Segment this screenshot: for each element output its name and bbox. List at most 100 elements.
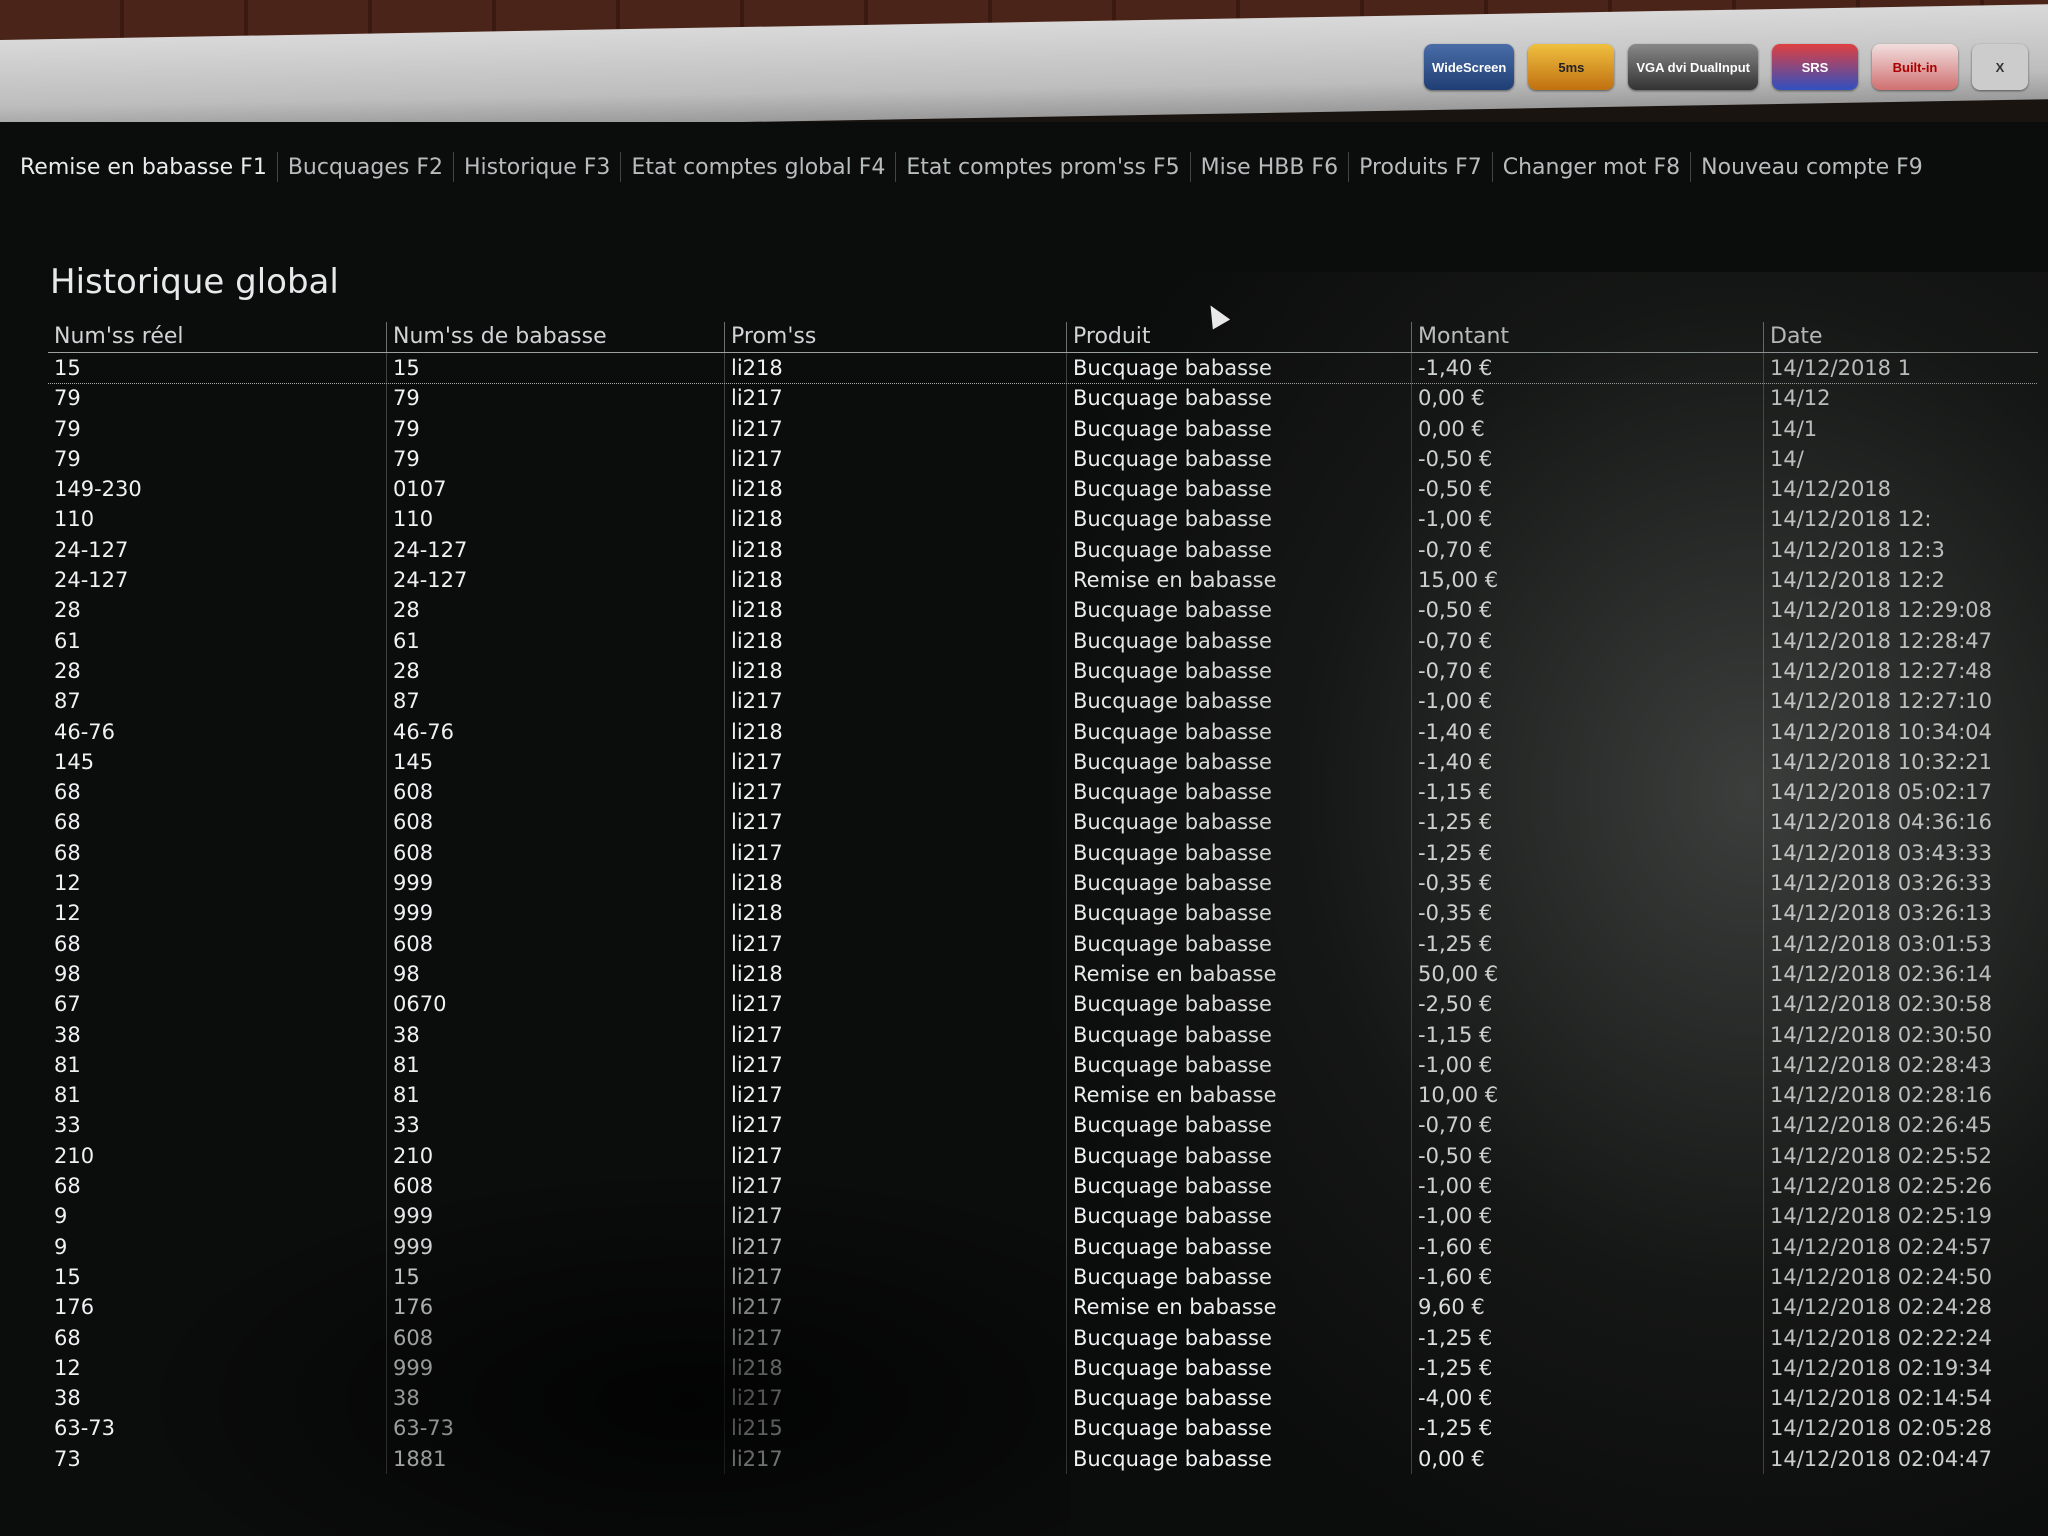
cell-promss: li217 bbox=[724, 1322, 1066, 1353]
cell-date: 14/12/2018 02:04:47 bbox=[1763, 1443, 2038, 1474]
cell-date: 14/12/2018 02:30:50 bbox=[1763, 1019, 2038, 1050]
table-row[interactable]: 98 98 li218 Remise en babasse 50,00 €14/12/2… bbox=[48, 958, 2038, 990]
cell-date: 14/12/2018 02:14:54 bbox=[1763, 1383, 2038, 1414]
response-time-badge: 5ms bbox=[1528, 44, 1615, 90]
column-header-montant[interactable]: Montant bbox=[1411, 322, 1763, 352]
cell-date: 14/12/2018 02:24:50 bbox=[1763, 1261, 2038, 1293]
table-row[interactable]: 24-127 24-127 li218 Bucquage babasse -0,70 €… bbox=[48, 534, 2038, 566]
menu-item-remise[interactable]: Remise en babasse F1 bbox=[10, 155, 277, 180]
table-row[interactable]: 68 608 li217 Bucquage babasse -1,00 €14/12/2… bbox=[48, 1171, 2038, 1202]
cell-montant: -0,70 € bbox=[1411, 625, 1763, 656]
table-row[interactable]: 68 608 li217 Bucquage babasse -1,25 €14/12/2… bbox=[48, 837, 2038, 869]
cell-date: 14/12/2018 10:32:21 bbox=[1763, 746, 2038, 778]
cell-montant: -1,00 € bbox=[1411, 1201, 1763, 1232]
cell-produit: Bucquage babasse bbox=[1066, 1383, 1411, 1414]
widescreen-badge: WideScreen bbox=[1424, 44, 1515, 90]
cell-promss: li218 bbox=[724, 474, 1066, 505]
menu-item-etat-global[interactable]: Etat comptes global F4 bbox=[621, 155, 895, 180]
cell-montant: -1,00 € bbox=[1411, 1171, 1763, 1202]
table-row[interactable]: 46-76 46-76 li218 Bucquage babasse -1,40 €14… bbox=[48, 716, 2038, 747]
cell-promss: li218 bbox=[724, 868, 1066, 899]
table-row[interactable]: 81 81 li217 Remise en babasse 10,00 €14/12/2… bbox=[48, 1080, 2038, 1111]
cell-date: 14/12/2018 02:22:24 bbox=[1763, 1322, 2038, 1353]
menu-item-mise-hbb[interactable]: Mise HBB F6 bbox=[1191, 155, 1348, 180]
cell-produit: Bucquage babasse bbox=[1066, 1413, 1411, 1444]
table-row[interactable]: 87 87 li217 Bucquage babasse -1,00 €14/12/20… bbox=[48, 686, 2038, 717]
table-row[interactable]: 38 38 li217 Bucquage babasse -1,15 €14/12/20… bbox=[48, 1019, 2038, 1050]
table-row[interactable]: 24-127 24-127 li218 Remise en babasse 15,00 … bbox=[48, 565, 2038, 596]
table-row[interactable]: 79 79 li217 Bucquage babasse -0,50 €14/ bbox=[48, 443, 2038, 475]
table-row[interactable]: 12 999 li218 Bucquage babasse -1,25 €14/12/2… bbox=[48, 1352, 2038, 1384]
column-header-produit[interactable]: Produit bbox=[1066, 322, 1411, 352]
cell-promss: li217 bbox=[724, 1049, 1066, 1081]
cell-num-babasse: 87 bbox=[386, 686, 724, 717]
cell-promss: li217 bbox=[724, 686, 1066, 717]
table-row[interactable]: 149-230 0107 li218 Bucquage babasse -0,50 €1… bbox=[48, 474, 2038, 505]
menu-item-etat-promss[interactable]: Etat comptes prom'ss F5 bbox=[896, 155, 1189, 180]
table-row[interactable]: 12 999 li218 Bucquage babasse -0,35 €14/12/2… bbox=[48, 868, 2038, 899]
cell-num-babasse: 46-76 bbox=[386, 716, 724, 747]
menu-item-nouveau-compte[interactable]: Nouveau compte F9 bbox=[1691, 155, 1933, 180]
table-row[interactable]: 68 608 li217 Bucquage babasse -1,15 €14/12/2… bbox=[48, 777, 2038, 808]
table-row[interactable]: 81 81 li217 Bucquage babasse -1,00 €14/12/20… bbox=[48, 1049, 2038, 1081]
cell-montant: -1,00 € bbox=[1411, 1049, 1763, 1081]
table-row[interactable]: 210 210 li217 Bucquage babasse -0,50 €14/12/… bbox=[48, 1140, 2038, 1172]
column-header-num-reel[interactable]: Num'ss réel bbox=[48, 322, 386, 352]
table-row[interactable]: 9 999 li217 Bucquage babasse -1,00 €14/12/20… bbox=[48, 1201, 2038, 1232]
cell-promss: li218 bbox=[724, 898, 1066, 929]
cell-num-babasse: 145 bbox=[386, 746, 724, 778]
cell-promss: li217 bbox=[724, 413, 1066, 444]
cell-montant: -1,25 € bbox=[1411, 1413, 1763, 1444]
cell-date: 14/12/2018 12:29:08 bbox=[1763, 595, 2038, 626]
table-body[interactable]: 15 15 li218 Bucquage babasse -1,40 €14/12/20… bbox=[48, 353, 2038, 1483]
menu-item-produits[interactable]: Produits F7 bbox=[1349, 155, 1492, 180]
table-row[interactable]: 28 28 li218 Bucquage babasse -0,70 €14/12/20… bbox=[48, 655, 2038, 687]
cell-produit: Bucquage babasse bbox=[1066, 777, 1411, 808]
cell-promss: li217 bbox=[724, 928, 1066, 959]
table-row[interactable]: 61 61 li218 Bucquage babasse -0,70 €14/12/20… bbox=[48, 625, 2038, 656]
cell-date: 14/12/2018 10:34:04 bbox=[1763, 716, 2038, 747]
column-header-num-babasse[interactable]: Num'ss de babasse bbox=[386, 322, 724, 352]
cell-date: 14/12/2018 03:43:33 bbox=[1763, 837, 2038, 869]
menu-item-changer-mot[interactable]: Changer mot F8 bbox=[1493, 155, 1690, 180]
cell-produit: Bucquage babasse bbox=[1066, 595, 1411, 626]
table-row[interactable]: 15 15 li218 Bucquage babasse -1,40 €14/12/20… bbox=[48, 353, 2038, 385]
cell-num-reel: 61 bbox=[54, 628, 81, 653]
menu-item-bucquages[interactable]: Bucquages F2 bbox=[278, 155, 453, 180]
cell-num-reel: 24-127 bbox=[54, 568, 129, 593]
table-row[interactable]: 67 0670 li217 Bucquage babasse -2,50 €14/12/… bbox=[48, 989, 2038, 1020]
table-row[interactable]: 110 110 li218 Bucquage babasse -1,00 €14/12/… bbox=[48, 504, 2038, 535]
table-row[interactable]: 15 15 li217 Bucquage babasse -1,60 €14/12/20… bbox=[48, 1261, 2038, 1293]
cell-num-babasse: 608 bbox=[386, 837, 724, 869]
table-row[interactable]: 79 79 li217 Bucquage babasse 0,00 €14/12 bbox=[48, 383, 2038, 414]
table-row[interactable]: 63-73 63-73 li215 Bucquage babasse -1,25 €14… bbox=[48, 1413, 2038, 1444]
table-row[interactable]: 38 38 li217 Bucquage babasse -4,00 €14/12/20… bbox=[48, 1383, 2038, 1414]
cell-montant: 10,00 € bbox=[1411, 1080, 1763, 1111]
cell-montant: -1,40 € bbox=[1411, 716, 1763, 747]
table-row[interactable]: 9 999 li217 Bucquage babasse -1,60 €14/12/20… bbox=[48, 1231, 2038, 1262]
cell-promss: li217 bbox=[724, 1110, 1066, 1141]
table-row[interactable]: 68 608 li217 Bucquage babasse -1,25 €14/12/2… bbox=[48, 807, 2038, 838]
cell-num-babasse: 38 bbox=[386, 1383, 724, 1414]
table-row[interactable]: 68 608 li217 Bucquage babasse -1,25 €14/12/2… bbox=[48, 928, 2038, 959]
table-row[interactable]: 79 79 li217 Bucquage babasse 0,00 €14/1 bbox=[48, 413, 2038, 444]
cell-promss: li217 bbox=[724, 746, 1066, 778]
table-row[interactable]: 145 145 li217 Bucquage babasse -1,40 €14/12/… bbox=[48, 746, 2038, 778]
table-row[interactable]: 176 176 li217 Remise en babasse 9,60 €14/12/… bbox=[48, 1292, 2038, 1323]
cell-montant: -1,25 € bbox=[1411, 928, 1763, 959]
cell-date: 14/12/2018 12:28:47 bbox=[1763, 625, 2038, 656]
column-header-promss[interactable]: Prom'ss bbox=[724, 322, 1066, 352]
cell-num-reel: 145 bbox=[54, 749, 95, 774]
cell-num-reel: 38 bbox=[54, 1022, 81, 1047]
cell-num-babasse: 24-127 bbox=[386, 565, 724, 596]
cell-num-babasse: 79 bbox=[386, 383, 724, 414]
table-row[interactable]: 73 1881 li217 Bucquage babasse 0,00 €14/12/2… bbox=[48, 1443, 2038, 1474]
column-header-date[interactable]: Date bbox=[1763, 322, 2038, 352]
table-row[interactable]: 68 608 li217 Bucquage babasse -1,25 €14/12/2… bbox=[48, 1322, 2038, 1353]
cell-promss: li217 bbox=[724, 443, 1066, 475]
table-row[interactable]: 12 999 li218 Bucquage babasse -0,35 €14/12/2… bbox=[48, 898, 2038, 929]
table-row[interactable]: 33 33 li217 Bucquage babasse -0,70 €14/12/20… bbox=[48, 1110, 2038, 1141]
menu-item-historique[interactable]: Historique F3 bbox=[454, 155, 620, 180]
cell-num-reel: 68 bbox=[54, 1174, 81, 1199]
table-row[interactable]: 28 28 li218 Bucquage babasse -0,50 €14/12/20… bbox=[48, 595, 2038, 626]
